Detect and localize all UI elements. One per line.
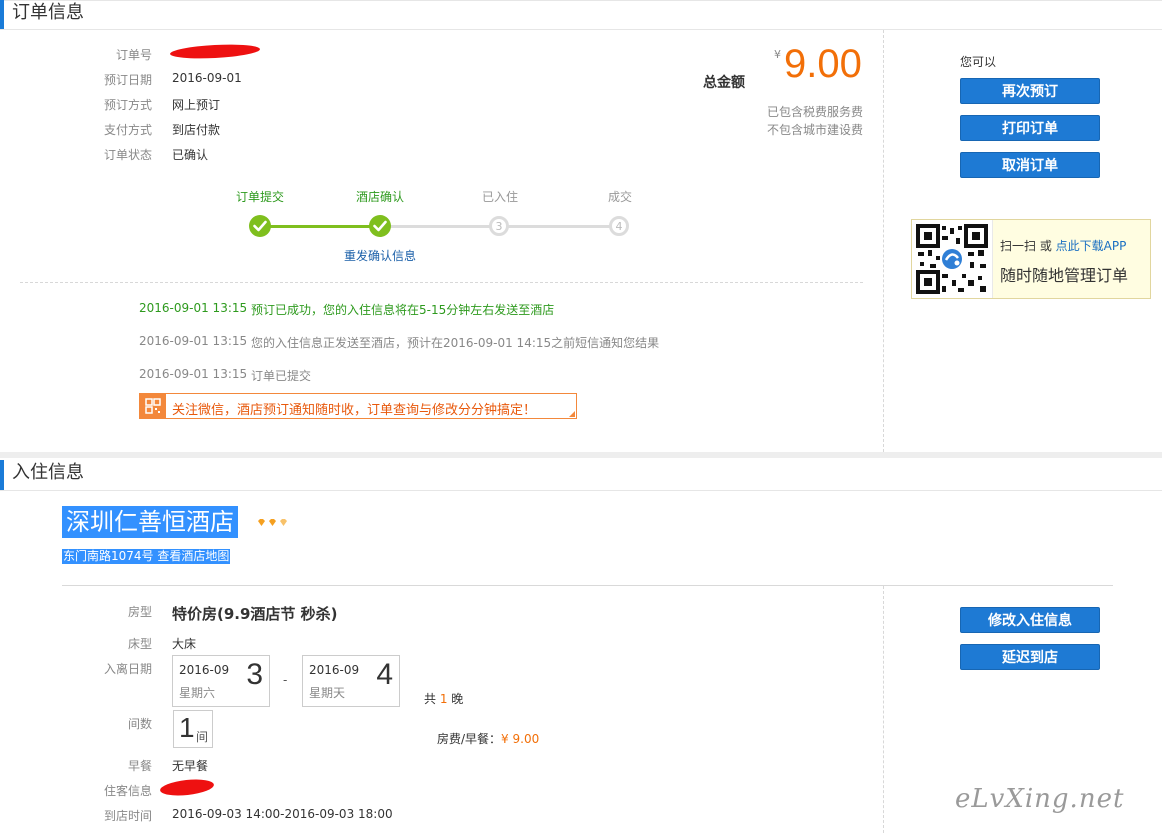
room-price: 房费/早餐：¥ 9.00 bbox=[437, 730, 539, 747]
checkin-day: 3 bbox=[246, 658, 263, 691]
right-column-divider bbox=[883, 30, 884, 452]
date-separator: - bbox=[283, 673, 288, 687]
resend-confirmation-link[interactable]: 重发确认信息 bbox=[344, 247, 416, 264]
currency-symbol: ¥ bbox=[774, 48, 781, 61]
nights-suffix: 晚 bbox=[447, 692, 464, 706]
log-text: 订单已提交 bbox=[251, 369, 312, 383]
room-type-value: 特价房(9.9酒店节 秒杀) bbox=[172, 605, 338, 623]
wechat-promo-banner[interactable]: 关注微信，酒店预订通知随时收，订单查询与修改分分钟搞定！ bbox=[139, 393, 577, 419]
step-dot-checked-in: 3 bbox=[489, 216, 509, 236]
breakfast-label: 早餐 bbox=[127, 759, 152, 773]
modify-checkin-button[interactable]: 修改入住信息 bbox=[960, 607, 1100, 633]
checkin-year-month: 2016-09 bbox=[179, 663, 230, 677]
actions-heading: 您可以 bbox=[960, 55, 997, 69]
rooms-label: 间数 bbox=[127, 717, 152, 731]
delay-arrival-button[interactable]: 延迟到店 bbox=[960, 644, 1100, 670]
guest-info-redaction bbox=[159, 777, 215, 798]
download-app-link[interactable]: 点此下载APP bbox=[1056, 239, 1127, 253]
room-type-label: 房型 bbox=[127, 605, 152, 619]
bed-type-value: 大床 bbox=[172, 637, 197, 651]
log-time: 2016-09-01 13:15 bbox=[139, 367, 248, 381]
log-text: 预订已成功，您的入住信息将在5-15分钟左右发送至酒店 bbox=[251, 303, 555, 317]
arrival-time-value: 2016-09-03 14:00-2016-09-03 18:00 bbox=[172, 807, 393, 821]
step-dot-completed: 4 bbox=[609, 216, 629, 236]
payment-method-value: 到店付款 bbox=[172, 123, 221, 137]
diamond-icon bbox=[280, 519, 287, 526]
checkout-year-month: 2016-09 bbox=[309, 663, 360, 677]
watermark: eLvXing.net bbox=[955, 784, 1125, 814]
step-dot-confirmed bbox=[369, 215, 391, 237]
rooms-box: 1 间 bbox=[173, 710, 213, 748]
room-price-value: ¥ 9.00 bbox=[501, 732, 540, 746]
app-download-promo: 扫一扫 或 点此下载APP 随时随地管理订单 bbox=[911, 219, 1151, 299]
tax-included-note: 已包含税费服务费 bbox=[766, 105, 863, 119]
total-amount-label: 总金额 bbox=[703, 75, 745, 91]
log-text: 您的入住信息正发送至酒店，预计在2016-09-01 14:15之前短信通知您结… bbox=[251, 336, 660, 350]
diamond-icon bbox=[258, 519, 265, 526]
log-time: 2016-09-01 13:15 bbox=[139, 334, 248, 348]
step-label-checked-in: 已入住 bbox=[481, 190, 518, 204]
booking-method-label: 预订方式 bbox=[103, 98, 152, 112]
checkout-weekday: 星期天 bbox=[309, 686, 346, 700]
app-promo-line2: 随时随地管理订单 bbox=[1000, 266, 1129, 285]
scan-text: 扫一扫 或 bbox=[1000, 239, 1056, 253]
app-qr-code[interactable] bbox=[912, 220, 993, 298]
hotel-divider bbox=[62, 585, 1113, 586]
print-order-button[interactable]: 打印订单 bbox=[960, 115, 1100, 141]
breakfast-value: 无早餐 bbox=[172, 759, 209, 773]
step-dot-submitted bbox=[249, 215, 271, 237]
log-divider bbox=[20, 282, 863, 283]
total-amount-value: 9.00 bbox=[784, 42, 862, 86]
corner-triangle-icon bbox=[569, 411, 575, 417]
bed-type-label: 床型 bbox=[127, 637, 152, 651]
stay-dates-label: 入离日期 bbox=[103, 662, 152, 676]
checkin-date-box: 2016-09 星期六 3 bbox=[172, 655, 270, 707]
check-icon bbox=[253, 220, 267, 232]
order-number-redaction bbox=[169, 42, 261, 61]
order-status-value: 已确认 bbox=[172, 148, 209, 162]
step-label-completed: 成交 bbox=[607, 190, 632, 204]
guest-info-label: 住客信息 bbox=[103, 784, 152, 798]
payment-method-label: 支付方式 bbox=[103, 123, 152, 137]
step-label-submitted: 订单提交 bbox=[235, 190, 284, 204]
rebook-button[interactable]: 再次预订 bbox=[960, 78, 1100, 104]
checkout-day: 4 bbox=[376, 658, 393, 691]
hotel-address-link[interactable]: 东门南路1074号 查看酒店地图 bbox=[62, 549, 231, 564]
order-section-title: 订单信息 bbox=[0, 0, 200, 30]
room-price-label: 房费/早餐： bbox=[437, 732, 502, 746]
wechat-promo-text: 关注微信，酒店预订通知随时收，订单查询与修改分分钟搞定！ bbox=[172, 403, 537, 418]
checkin-right-divider bbox=[883, 586, 884, 833]
qr-code-icon bbox=[140, 394, 166, 418]
checkin-section-title: 入住信息 bbox=[0, 460, 200, 490]
section-separator bbox=[0, 452, 1162, 458]
nights-prefix: 共 bbox=[424, 692, 440, 706]
check-icon bbox=[373, 220, 387, 232]
cancel-order-button[interactable]: 取消订单 bbox=[960, 152, 1100, 178]
nights-count: 共 1 晚 bbox=[424, 690, 463, 707]
checkout-date-box: 2016-09 星期天 4 bbox=[302, 655, 400, 707]
order-date-value: 2016-09-01 bbox=[172, 71, 242, 85]
order-date-label: 预订日期 bbox=[103, 73, 152, 87]
order-header-rule bbox=[0, 29, 1162, 30]
city-fee-note: 不包含城市建设费 bbox=[766, 123, 863, 137]
arrival-time-label: 到店时间 bbox=[103, 809, 152, 823]
rooms-unit: 间 bbox=[196, 730, 209, 744]
order-number-label: 订单号 bbox=[115, 48, 152, 62]
diamond-icon bbox=[269, 519, 276, 526]
booking-method-value: 网上预订 bbox=[172, 98, 221, 112]
hotel-name[interactable]: 深圳仁善恒酒店 bbox=[62, 506, 238, 538]
app-promo-line1: 扫一扫 或 点此下载APP bbox=[1000, 237, 1126, 254]
checkin-weekday: 星期六 bbox=[179, 686, 216, 700]
step-label-confirmed: 酒店确认 bbox=[355, 190, 404, 204]
rooms-number: 1 bbox=[179, 712, 195, 743]
checkin-header-rule bbox=[0, 490, 1162, 491]
log-time: 2016-09-01 13:15 bbox=[139, 301, 248, 315]
progress-track-done bbox=[262, 225, 380, 228]
order-status-label: 订单状态 bbox=[103, 148, 152, 162]
